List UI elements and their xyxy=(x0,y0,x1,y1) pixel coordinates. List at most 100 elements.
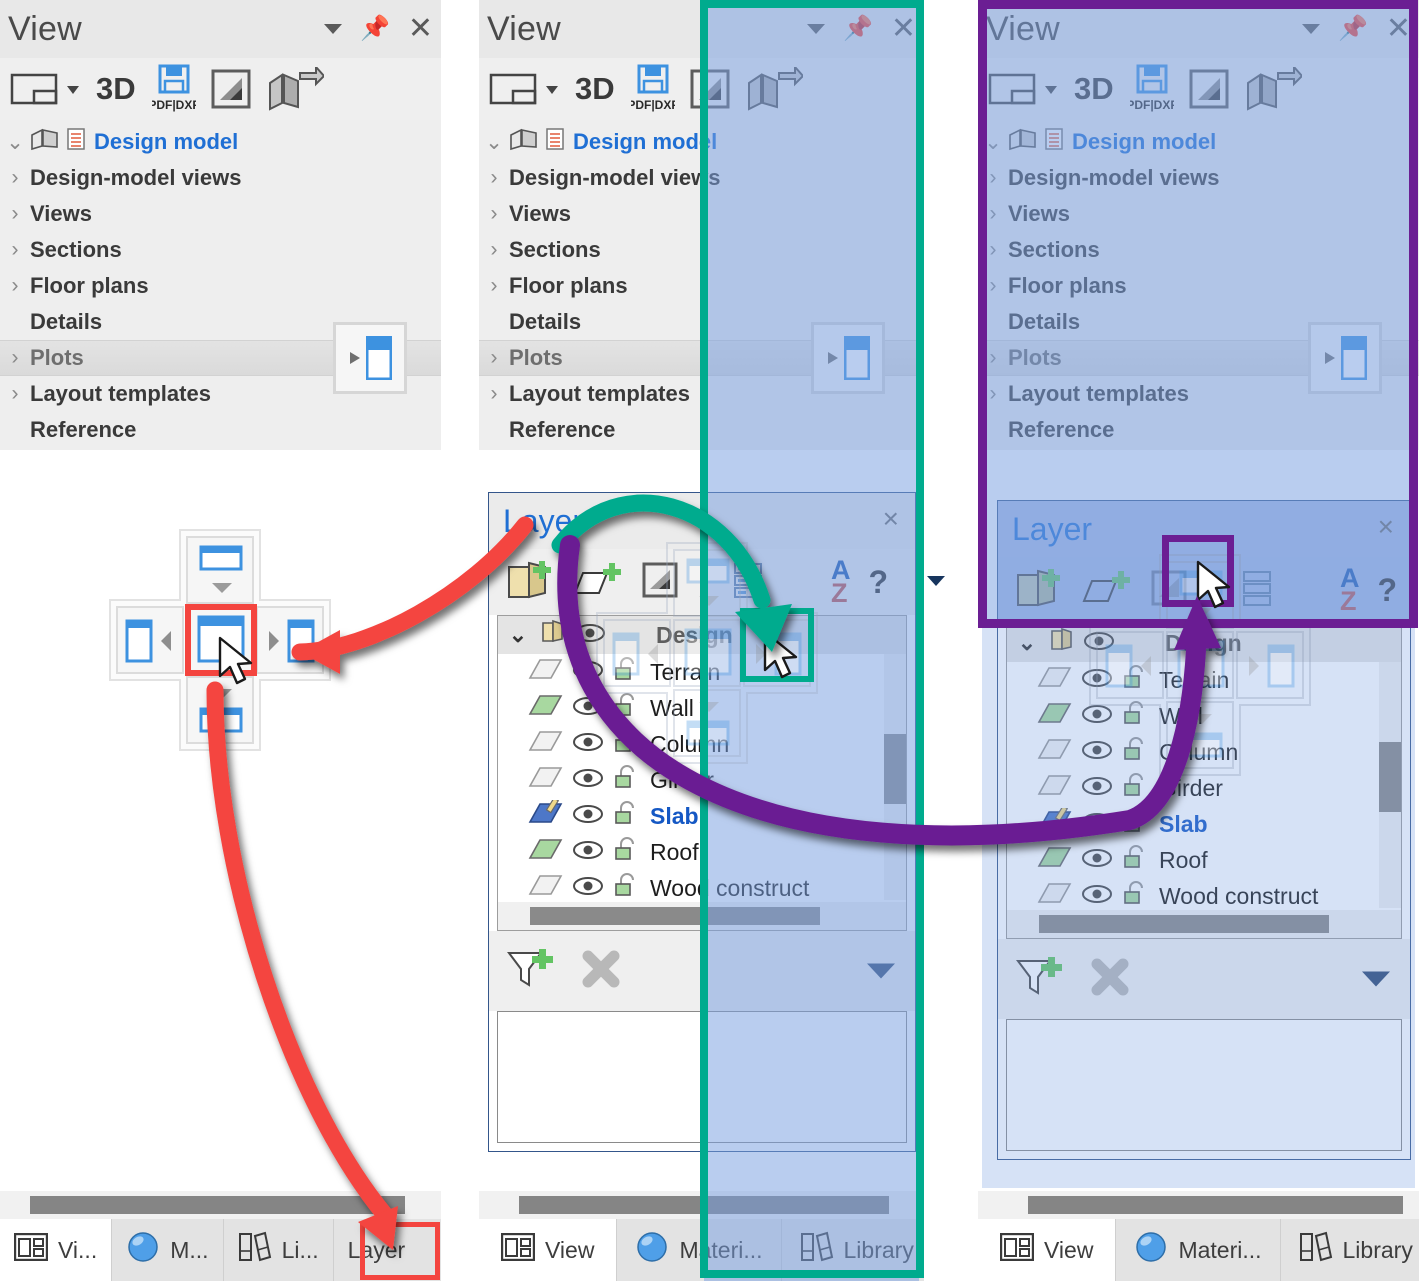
unlock-icon[interactable] xyxy=(612,873,642,903)
unlock-icon[interactable] xyxy=(1121,845,1151,875)
scrollbar-thumb[interactable] xyxy=(884,734,906,804)
caret-down-icon[interactable] xyxy=(806,24,825,34)
scrollbar-thumb[interactable] xyxy=(519,1196,889,1214)
chevron-right-icon[interactable]: › xyxy=(978,166,1008,190)
eye-icon[interactable] xyxy=(1081,667,1113,694)
tree-item-floor-plans[interactable]: › Floor plans xyxy=(0,268,441,304)
model-back-icon[interactable] xyxy=(745,67,803,111)
chevron-right-icon[interactable]: › xyxy=(0,238,30,262)
scrollbar-thumb[interactable] xyxy=(30,1196,405,1214)
chevron-down-icon[interactable]: ⌄ xyxy=(0,130,30,155)
tree-item-views[interactable]: › Views xyxy=(0,196,441,232)
layer-list[interactable]: ⌄ Design Terrain Wall Column Girder Slab… xyxy=(497,615,907,931)
add-filter-icon[interactable] xyxy=(1014,955,1066,1004)
scrollbar-thumb[interactable] xyxy=(1379,742,1401,812)
new-folder-icon[interactable] xyxy=(505,557,557,608)
eye-icon[interactable] xyxy=(572,767,604,794)
table-row[interactable]: Girder xyxy=(498,762,906,798)
tree-item-views[interactable]: › Views xyxy=(978,196,1419,232)
table-row[interactable]: Wall xyxy=(1007,698,1401,734)
tab-layer[interactable]: Layer xyxy=(334,1219,420,1281)
pdf-dxf-export-button[interactable]: PDF|DXF xyxy=(152,64,196,114)
eye-icon[interactable] xyxy=(1083,630,1115,657)
eye-icon[interactable] xyxy=(1081,883,1113,910)
close-icon[interactable]: × xyxy=(1378,511,1394,543)
chevron-down-icon[interactable]: ⌄ xyxy=(1013,630,1041,656)
tab-library[interactable]: Library xyxy=(782,1219,932,1281)
unlock-icon[interactable] xyxy=(612,657,642,687)
horizontal-scrollbar[interactable] xyxy=(978,1191,1419,1219)
tree-item-views[interactable]: › Views xyxy=(479,196,924,232)
table-row[interactable]: Wood construct xyxy=(1007,878,1401,914)
unlock-icon[interactable] xyxy=(1121,881,1151,911)
tree-item-design-model-views[interactable]: › Design-model views xyxy=(0,160,441,196)
tree-item-sections[interactable]: › Sections xyxy=(978,232,1419,268)
table-row[interactable]: Slab xyxy=(1007,805,1401,842)
pdf-dxf-export-button[interactable]: PDF|DXF xyxy=(631,64,675,114)
tree-item-design-model[interactable]: ⌄ Design model xyxy=(0,124,441,160)
table-row[interactable]: Roof xyxy=(1007,842,1401,878)
3d-button[interactable]: 3D xyxy=(1074,71,1114,107)
dropdown-caret-icon[interactable] xyxy=(543,82,561,96)
new-folder-icon[interactable] xyxy=(1014,565,1066,616)
eye-icon[interactable] xyxy=(1081,739,1113,766)
list-view-icon[interactable] xyxy=(1230,569,1274,612)
eye-icon[interactable] xyxy=(572,803,604,830)
contrast-icon[interactable] xyxy=(641,561,679,604)
eye-icon[interactable] xyxy=(1081,811,1113,838)
close-icon[interactable]: ✕ xyxy=(891,14,916,44)
tree-item-design-model-views[interactable]: › Design-model views xyxy=(479,160,924,196)
table-row[interactable]: Wall xyxy=(498,690,906,726)
tree-item-design-model-views[interactable]: › Design-model views xyxy=(978,160,1419,196)
tab-library[interactable]: Library xyxy=(1281,1219,1419,1281)
chevron-down-icon[interactable]: ⌄ xyxy=(479,130,509,155)
eye-icon[interactable] xyxy=(1081,703,1113,730)
tab-view[interactable]: Vi... xyxy=(0,1219,113,1281)
unlock-icon[interactable] xyxy=(1121,701,1151,731)
contrast-icon[interactable] xyxy=(210,68,252,110)
chevron-right-icon[interactable]: › xyxy=(479,238,509,262)
tab-material[interactable]: Materi... xyxy=(617,1219,782,1281)
chevron-right-icon[interactable]: › xyxy=(978,346,1008,370)
unlock-icon[interactable] xyxy=(612,801,642,831)
unlock-icon[interactable] xyxy=(612,765,642,795)
table-row[interactable]: Terrain xyxy=(1007,662,1401,698)
close-icon[interactable]: ✕ xyxy=(408,14,433,44)
sort-az-icon[interactable]: A Z xyxy=(831,557,851,607)
tree-item-floor-plans[interactable]: › Floor plans xyxy=(978,268,1419,304)
pin-icon[interactable]: 📌 xyxy=(1338,17,1368,41)
tree-item-design-model[interactable]: ⌄ Design model xyxy=(978,124,1419,160)
sort-az-icon[interactable]: A Z xyxy=(1340,565,1360,615)
layer-group-row[interactable]: ⌄ Design xyxy=(1007,624,1401,662)
new-layer-icon[interactable] xyxy=(1082,565,1134,616)
tree-item-reference[interactable]: Reference xyxy=(0,412,441,448)
unlock-icon[interactable] xyxy=(1121,773,1151,803)
caret-down-icon[interactable] xyxy=(867,963,895,979)
tree-item-design-model[interactable]: ⌄ Design model xyxy=(479,124,924,160)
unlock-icon[interactable] xyxy=(1121,737,1151,767)
unlock-icon[interactable] xyxy=(612,729,642,759)
chevron-right-icon[interactable]: › xyxy=(978,202,1008,226)
layer-list-horizontal-scrollbar[interactable] xyxy=(498,902,906,930)
horizontal-scrollbar[interactable] xyxy=(0,1191,441,1219)
table-row[interactable]: Column xyxy=(1007,734,1401,770)
eye-icon[interactable] xyxy=(1081,847,1113,874)
eye-icon[interactable] xyxy=(572,875,604,902)
dropdown-caret-icon[interactable] xyxy=(924,572,948,593)
scrollbar-thumb[interactable] xyxy=(530,907,820,925)
table-row[interactable]: Slab xyxy=(498,797,906,834)
contrast-icon[interactable] xyxy=(689,68,731,110)
chevron-down-icon[interactable]: ⌄ xyxy=(978,130,1008,155)
tree-item-sections[interactable]: › Sections xyxy=(0,232,441,268)
unlock-icon[interactable] xyxy=(1121,665,1151,695)
help-icon[interactable]: ? xyxy=(1378,572,1398,609)
layer-filter-list[interactable] xyxy=(1006,1019,1402,1151)
caret-down-icon[interactable] xyxy=(1362,971,1390,987)
tree-item-sections[interactable]: › Sections xyxy=(479,232,924,268)
chevron-right-icon[interactable]: › xyxy=(978,274,1008,298)
list-view-icon[interactable] xyxy=(721,561,765,604)
delete-filter-icon[interactable] xyxy=(579,947,623,996)
layer-list-vertical-scrollbar[interactable] xyxy=(884,654,906,900)
layout-icon[interactable] xyxy=(489,71,537,107)
tab-material[interactable]: M... xyxy=(112,1219,224,1281)
